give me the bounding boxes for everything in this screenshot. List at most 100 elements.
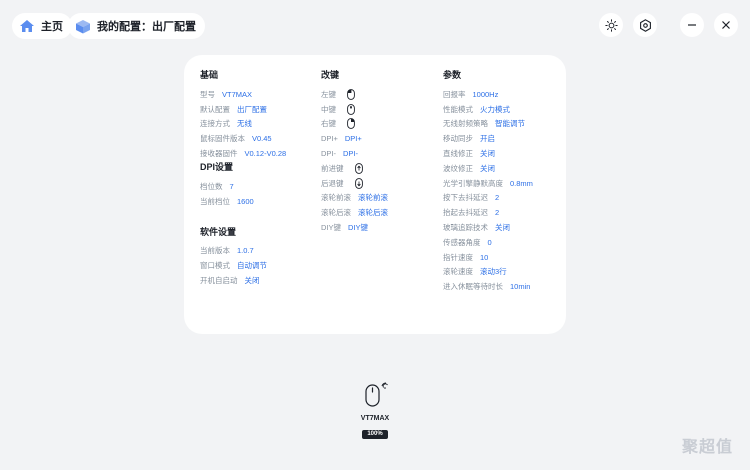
theme-button[interactable] <box>599 13 623 37</box>
close-icon <box>722 21 730 29</box>
info-row: DIY键 DIY键 <box>321 220 388 235</box>
info-row: 默认配置 出厂配置 <box>200 102 286 117</box>
info-row: 连接方式 无线 <box>200 117 286 132</box>
battery-indicator: 100% <box>362 430 388 439</box>
info-label: 窗口模式 <box>200 261 230 271</box>
info-value: 10min <box>510 282 531 292</box>
info-label: 鼠标固件版本 <box>200 134 245 144</box>
info-label: 左键 <box>321 89 336 99</box>
info-value: 火力模式 <box>480 104 510 114</box>
software-title: 软件设置 <box>200 226 237 237</box>
watermark: 聚超值 <box>682 439 734 456</box>
home-icon <box>20 20 34 32</box>
info-row: 传感器角度 0 <box>443 235 533 250</box>
info-label: 型号 <box>200 89 215 99</box>
mouse-forward-icon <box>354 163 363 174</box>
info-row: DPI- DPI- <box>321 146 388 161</box>
info-row: 后退键 <box>321 176 388 191</box>
config-button[interactable]: 我的配置：出厂配置 <box>68 13 205 39</box>
column-basic: 基础 型号 VT7MAX 默认配置 出厂配置 连接方式 无线 鼠标固件版本 V0.45 … <box>200 69 286 288</box>
info-value: VT7MAX <box>222 89 253 99</box>
params-title: 参数 <box>443 70 462 80</box>
info-row: 滚轮速度 滚动3行 <box>443 265 533 280</box>
config-label: 我的配置：出厂配置 <box>97 21 196 33</box>
info-row: 窗口模式 自动调节 <box>200 258 286 273</box>
info-label: 右键 <box>321 119 336 129</box>
info-value: 0 <box>487 237 492 247</box>
info-label: 光学引擎静默高度 <box>443 178 503 188</box>
info-label: DIY键 <box>321 223 342 233</box>
info-label: DPI+ <box>321 134 338 144</box>
info-label: 按下去抖延迟 <box>443 193 488 203</box>
minimize-icon <box>688 24 696 26</box>
info-row: 档位数 7 <box>200 179 286 194</box>
info-label: 当前档位 <box>200 196 230 206</box>
info-label: 滚轮速度 <box>443 267 473 277</box>
info-value: 2 <box>495 208 500 218</box>
info-label: 玻璃追踪技术 <box>443 223 488 233</box>
info-row: 开机自启动 关闭 <box>200 273 286 288</box>
info-value: 无线 <box>237 119 252 129</box>
device-status[interactable]: VT7MAX 100% <box>355 382 395 440</box>
info-value: 滚动3行 <box>480 267 507 277</box>
info-row: 光学引擎静默高度 0.8mm <box>443 176 533 191</box>
info-row: 鼠标固件版本 V0.45 <box>200 131 286 146</box>
cube-icon <box>76 19 90 33</box>
info-value: 10 <box>480 252 489 262</box>
info-row: 滚轮前滚 滚轮前滚 <box>321 191 388 206</box>
info-value: 2 <box>495 193 500 203</box>
wireless-mouse-icon <box>365 382 388 407</box>
info-value: DPI+ <box>344 134 362 144</box>
info-label: 移动同步 <box>443 134 473 144</box>
info-row: 左键 <box>321 87 388 102</box>
info-label: 直线修正 <box>443 149 473 159</box>
info-value: 出厂配置 <box>237 104 267 114</box>
info-row: 右键 <box>321 117 388 132</box>
dpi-title: DPI设置 <box>200 161 234 172</box>
remap-title: 改键 <box>321 70 340 80</box>
basic-title: 基础 <box>200 70 219 80</box>
home-button[interactable]: 主页 <box>12 13 72 39</box>
info-row: 接收器固件 V0.12-V0.28 <box>200 146 286 161</box>
info-value: DIY键 <box>348 223 369 233</box>
info-row: 抬起去抖延迟 2 <box>443 205 533 220</box>
device-name: VT7MAX <box>360 415 390 422</box>
info-label: 回报率 <box>443 89 466 99</box>
info-row: 移动同步 开启 <box>443 131 533 146</box>
info-value: 关闭 <box>480 163 495 173</box>
info-label: 默认配置 <box>200 104 230 114</box>
info-value: V0.12-V0.28 <box>244 149 287 159</box>
column-params: 参数 回报率 1000Hz 性能模式 火力模式 无线射频策略 智能调节 移动同步 开启 … <box>443 69 533 294</box>
info-value: 1000Hz <box>472 89 499 99</box>
info-value: 1.0.7 <box>237 246 254 256</box>
gear-icon <box>639 18 651 32</box>
info-value: 关闭 <box>495 223 510 233</box>
info-row: 当前档位 1600 <box>200 194 286 209</box>
info-row: 指针速度 10 <box>443 250 533 265</box>
info-row: 无线射频策略 智能调节 <box>443 117 533 132</box>
info-row: 按下去抖延迟 2 <box>443 191 533 206</box>
info-value: 关闭 <box>480 149 495 159</box>
info-label: 性能模式 <box>443 104 473 114</box>
info-row: 玻璃追踪技术 关闭 <box>443 220 533 235</box>
info-label: DPI- <box>321 149 336 159</box>
close-button[interactable] <box>714 13 738 37</box>
info-label: 传感器角度 <box>443 237 481 247</box>
top-bar: 主页 我的配置：出厂配置 <box>0 0 750 50</box>
mouse-back-icon <box>354 177 363 189</box>
info-label: 开机自启动 <box>200 276 238 286</box>
battery-level: 100% <box>363 431 387 438</box>
mouse-right-icon <box>347 118 355 130</box>
settings-button[interactable] <box>633 13 657 37</box>
info-label: 档位数 <box>200 181 223 191</box>
info-value: 开启 <box>480 134 495 144</box>
mouse-left-icon <box>347 89 355 100</box>
info-value: 0.8mm <box>510 178 533 188</box>
info-value: 自动调节 <box>237 261 267 271</box>
info-row: 型号 VT7MAX <box>200 87 286 102</box>
device-info-card: 基础 型号 VT7MAX 默认配置 出厂配置 连接方式 无线 鼠标固件版本 V0.45 … <box>184 55 566 334</box>
info-row: 前进键 <box>321 161 388 176</box>
info-value: DPI- <box>343 149 358 159</box>
minimize-button[interactable] <box>680 13 704 37</box>
mouse-middle-icon <box>347 103 355 115</box>
